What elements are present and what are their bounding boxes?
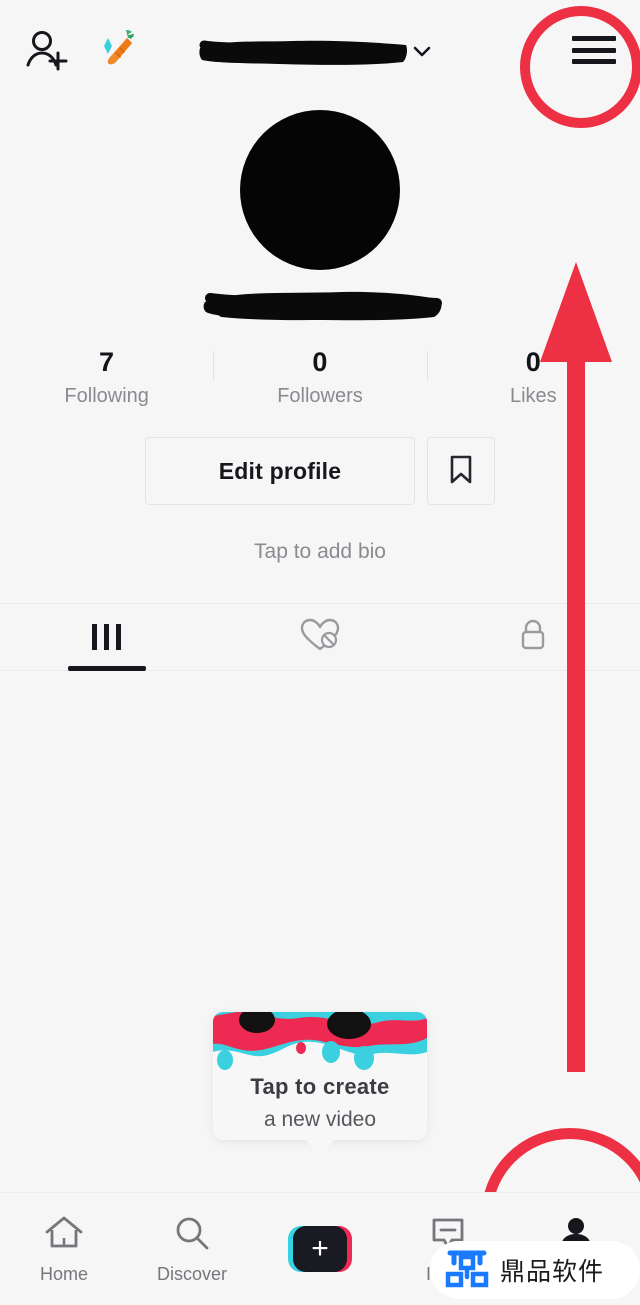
bookmark-button[interactable]: [427, 437, 495, 505]
tab-active-underline: [67, 666, 146, 671]
tab-liked[interactable]: [213, 604, 426, 670]
posts-grid-icon: [92, 624, 122, 650]
nav-item-home[interactable]: Home: [0, 1193, 128, 1305]
person-add-icon[interactable]: [24, 28, 70, 74]
followers-label: Followers: [277, 385, 363, 407]
heart-slash-icon: [298, 615, 342, 660]
tooltip-pointer: [305, 1138, 335, 1158]
nav-label-home: Home: [39, 1264, 88, 1284]
carrot-sparkle-emoji[interactable]: [96, 24, 144, 72]
create-video-tooltip[interactable]: Tap to create a new video: [213, 1012, 427, 1140]
nav-label-discover: Discover: [156, 1264, 227, 1284]
edit-profile-button[interactable]: Edit profile: [145, 437, 415, 505]
stat-following[interactable]: 7 Following: [0, 345, 213, 411]
home-icon: [43, 1213, 85, 1258]
followers-count: 0: [312, 347, 328, 377]
tiktok-profile-screen: 7 Following 0 Followers 0 Likes Edit pro…: [0, 0, 640, 1305]
plus-glyph: +: [311, 1232, 329, 1265]
avatar[interactable]: [240, 110, 400, 270]
profile-handle: [202, 288, 444, 331]
dingpin-logo-icon: [444, 1245, 490, 1296]
following-label: Following: [64, 385, 149, 407]
annotation-circle-menu: [520, 6, 640, 128]
tooltip-text: Tap to create a new video: [213, 1070, 427, 1136]
watermark-text: 鼎品软件: [500, 1258, 605, 1286]
search-icon: [171, 1213, 213, 1258]
create-plus-icon[interactable]: +: [288, 1226, 352, 1272]
tab-posts[interactable]: [0, 604, 213, 671]
page-title: [198, 36, 410, 70]
nav-item-discover[interactable]: Discover: [128, 1193, 256, 1305]
tooltip-line-1: Tap to create: [250, 1074, 390, 1099]
tooltip-line-2: a new video: [263, 1108, 377, 1131]
following-count: 7: [99, 347, 115, 377]
bookmark-icon: [444, 452, 478, 491]
tooltip-splash-graphic: [213, 1012, 427, 1074]
nav-item-create[interactable]: +: [256, 1193, 384, 1305]
stat-followers[interactable]: 0 Followers: [213, 345, 426, 411]
watermark-badge: 鼎品软件: [430, 1241, 640, 1299]
chevron-down-icon[interactable]: [409, 38, 435, 64]
annotation-arrow-up: [540, 262, 620, 1072]
